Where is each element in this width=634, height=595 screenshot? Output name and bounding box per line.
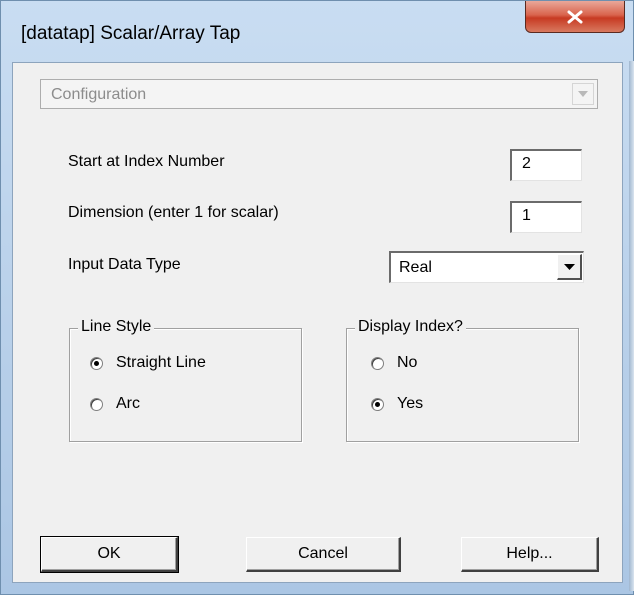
configuration-dropdown[interactable]: Configuration: [40, 79, 598, 109]
help-button[interactable]: Help...: [461, 537, 599, 572]
radio-no[interactable]: No: [371, 354, 417, 372]
radio-arc[interactable]: Arc: [90, 395, 140, 413]
cancel-button[interactable]: Cancel: [246, 537, 401, 572]
dimension-label: Dimension (enter 1 for scalar): [68, 204, 279, 221]
dialog-window: [datatap] Scalar/Array Tap Configuration…: [0, 0, 634, 595]
radio-button-selected[interactable]: [90, 356, 103, 370]
display-index-group: Display Index? No Yes: [346, 318, 579, 442]
window-edge-shadow: [629, 61, 634, 591]
configuration-value: Configuration: [51, 86, 147, 103]
line-style-group: Line Style Straight Line Arc: [69, 318, 302, 442]
chevron-down-icon[interactable]: [557, 254, 582, 280]
line-style-legend: Line Style: [78, 318, 155, 336]
data-type-label: Input Data Type: [68, 256, 181, 273]
chevron-down-icon[interactable]: [572, 83, 594, 105]
radio-arc-label: Arc: [116, 395, 140, 412]
title-bar[interactable]: [datatap] Scalar/Array Tap: [1, 1, 633, 53]
radio-straight-line-label: Straight Line: [116, 354, 206, 371]
data-type-value: Real: [399, 259, 432, 276]
ok-button[interactable]: OK: [40, 536, 179, 573]
start-index-input[interactable]: 2: [510, 149, 582, 181]
radio-yes[interactable]: Yes: [371, 395, 423, 413]
close-x-icon: [567, 10, 583, 23]
close-button[interactable]: [525, 1, 625, 33]
display-index-legend: Display Index?: [355, 318, 466, 336]
start-index-label: Start at Index Number: [68, 153, 225, 170]
data-type-select[interactable]: Real: [389, 251, 584, 283]
dimension-input[interactable]: 1: [510, 201, 582, 233]
radio-button-selected[interactable]: [371, 397, 384, 411]
radio-straight-line[interactable]: Straight Line: [90, 354, 206, 372]
radio-yes-label: Yes: [397, 395, 424, 412]
dialog-client-area: Configuration Start at Index Number 2 Di…: [12, 62, 623, 583]
window-title: [datatap] Scalar/Array Tap: [21, 23, 241, 44]
radio-button[interactable]: [90, 397, 103, 411]
radio-button[interactable]: [371, 356, 384, 370]
radio-no-label: No: [397, 354, 418, 371]
